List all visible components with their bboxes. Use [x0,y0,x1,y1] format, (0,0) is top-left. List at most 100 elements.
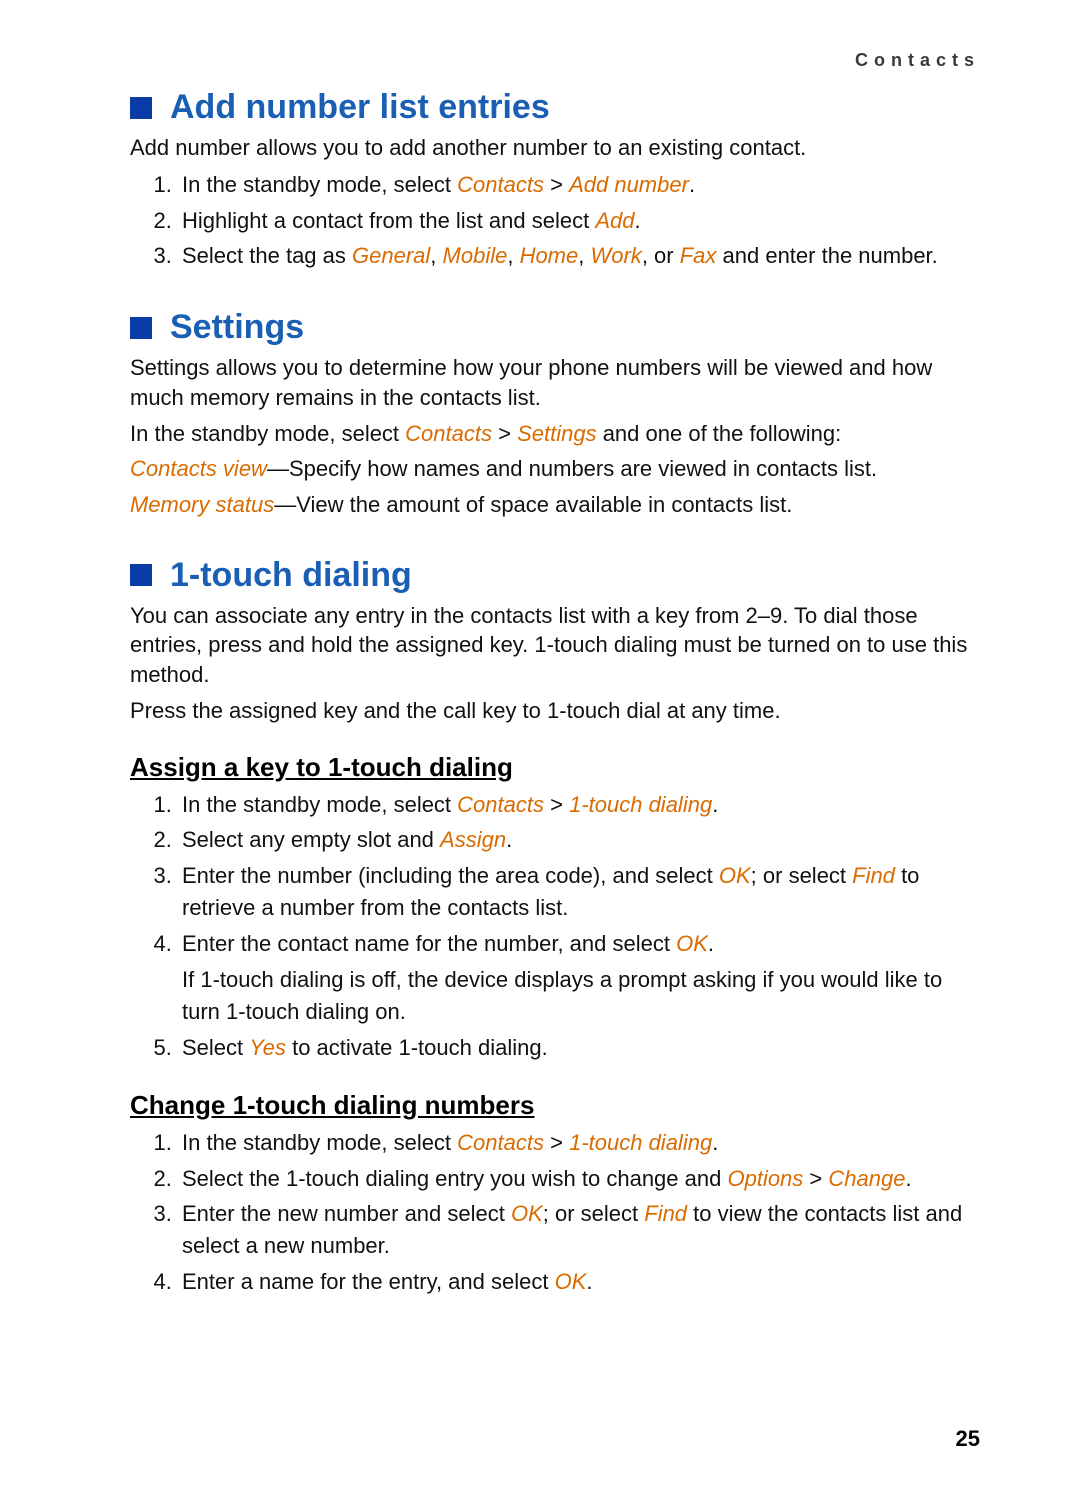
step-text: . [689,172,695,197]
menu-path: OK [719,863,751,888]
step-text: . [712,1130,718,1155]
menu-path: Settings [517,421,597,446]
menu-path: Add number [569,172,689,197]
menu-path: Contacts [457,172,544,197]
step-text: Enter a name for the entry, and select [182,1269,555,1294]
menu-path: General [352,243,430,268]
step-item: Enter the number (including the area cod… [178,860,980,924]
menu-path: Find [852,863,895,888]
menu-path: Change [828,1166,905,1191]
step-text: Select [182,1035,249,1060]
step-text: Enter the number (including the area cod… [182,863,719,888]
step-text: . [586,1269,592,1294]
menu-path: Find [644,1201,687,1226]
step-text: . [905,1166,911,1191]
square-bullet-icon [130,317,152,339]
body-text: Contacts view—Specify how names and numb… [130,454,980,484]
step-item: Enter the new number and select OK; or s… [178,1198,980,1262]
square-bullet-icon [130,97,152,119]
step-text: In the standby mode, select [130,421,405,446]
step-item: In the standby mode, select Contacts > A… [178,169,980,201]
step-text: , or [642,243,680,268]
step-text: . [708,931,714,956]
menu-path: Add [595,208,634,233]
menu-path: Home [520,243,579,268]
menu-path: 1-touch dialing [569,792,712,817]
running-header: Contacts [855,50,980,71]
menu-path: Yes [249,1035,286,1060]
menu-path: Mobile [443,243,508,268]
step-text: and enter the number. [716,243,937,268]
intro-text: Settings allows you to determine how you… [130,353,980,412]
step-text: , [578,243,590,268]
intro-text: You can associate any entry in the conta… [130,601,980,690]
step-text: Select the 1-touch dialing entry you wis… [182,1166,727,1191]
section-title: Settings [170,308,304,347]
step-item: In the standby mode, select Contacts > 1… [178,1127,980,1159]
steps-list-assign: In the standby mode, select Contacts > 1… [130,789,980,1064]
square-bullet-icon [130,564,152,586]
section-heading-settings: Settings [130,308,980,347]
menu-path: OK [676,931,708,956]
body-text: In the standby mode, select Contacts > S… [130,419,980,449]
step-text: , [430,243,442,268]
subheading-assign: Assign a key to 1-touch dialing [130,752,980,783]
step-item: Select the tag as General, Mobile, Home,… [178,240,980,272]
menu-path: Assign [440,827,506,852]
intro-text: Add number allows you to add another num… [130,133,980,163]
step-text: In the standby mode, select [182,172,457,197]
menu-path: 1-touch dialing [569,1130,712,1155]
menu-path: Memory status [130,492,274,517]
section-title: Add number list entries [170,88,550,127]
menu-path: Contacts [457,792,544,817]
step-text: ; or select [543,1201,644,1226]
step-item: Select any empty slot and Assign. [178,824,980,856]
step-item: Select the 1-touch dialing entry you wis… [178,1163,980,1195]
step-text: > [544,1130,569,1155]
menu-path: OK [555,1269,587,1294]
step-text: . [634,208,640,233]
step-text: Select the tag as [182,243,352,268]
manual-page: Contacts Add number list entries Add num… [0,0,1080,1496]
menu-path: Contacts [405,421,492,446]
step-text: ; or select [751,863,852,888]
body-text: Memory status—View the amount of space a… [130,490,980,520]
step-note: If 1-touch dialing is off, the device di… [182,964,980,1028]
menu-path: Options [727,1166,803,1191]
step-text: > [544,792,569,817]
menu-path: Contacts [457,1130,544,1155]
step-text: Highlight a contact from the list and se… [182,208,595,233]
step-text: , [507,243,519,268]
step-item: Enter a name for the entry, and select O… [178,1266,980,1298]
step-text: and one of the following: [597,421,842,446]
step-text: —Specify how names and numbers are viewe… [267,456,877,481]
step-text: —View the amount of space available in c… [274,492,792,517]
step-text: > [803,1166,828,1191]
step-text: In the standby mode, select [182,1130,457,1155]
step-text: Select any empty slot and [182,827,440,852]
step-text: . [712,792,718,817]
step-item: Select Yes to activate 1-touch dialing. [178,1032,980,1064]
step-text: Enter the new number and select [182,1201,511,1226]
step-text: Enter the contact name for the number, a… [182,931,676,956]
body-text: Press the assigned key and the call key … [130,696,980,726]
step-item: In the standby mode, select Contacts > 1… [178,789,980,821]
subheading-change: Change 1-touch dialing numbers [130,1090,980,1121]
section-heading-one-touch: 1-touch dialing [130,556,980,595]
page-number: 25 [956,1426,980,1452]
section-title: 1-touch dialing [170,556,412,595]
menu-path: Contacts view [130,456,267,481]
steps-list-add-number: In the standby mode, select Contacts > A… [130,169,980,273]
menu-path: Fax [680,243,717,268]
menu-path: Work [590,243,641,268]
section-heading-add-number: Add number list entries [130,88,980,127]
steps-list-change: In the standby mode, select Contacts > 1… [130,1127,980,1298]
menu-path: OK [511,1201,543,1226]
step-text: > [544,172,569,197]
step-text: to activate 1-touch dialing. [286,1035,548,1060]
step-item: Enter the contact name for the number, a… [178,928,980,1028]
step-text: . [506,827,512,852]
step-text: > [492,421,517,446]
step-text: In the standby mode, select [182,792,457,817]
step-item: Highlight a contact from the list and se… [178,205,980,237]
